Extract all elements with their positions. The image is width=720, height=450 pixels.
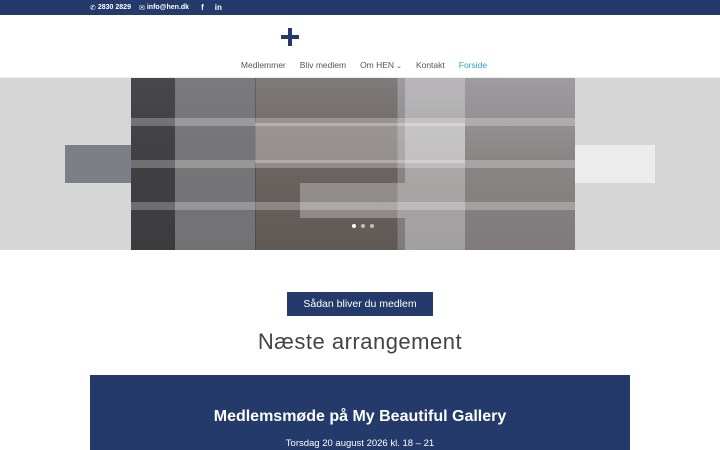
slider-dot[interactable] (370, 224, 374, 228)
envelope-icon: ✉ (138, 4, 145, 12)
main-navigation: Medlemmer Bliv medlem Om HEN ⌄ Kontakt Fo… (0, 60, 720, 70)
email-address: info@hen.dk (146, 4, 190, 11)
slider-dot[interactable] (352, 224, 356, 228)
facebook-icon[interactable]: f (201, 3, 204, 12)
nav-item-medlemmer[interactable]: Medlemmer (241, 60, 286, 70)
plus-logo[interactable] (281, 28, 299, 46)
slider-dots (352, 224, 374, 228)
slider-dot[interactable] (361, 224, 365, 228)
event-date: Torsdag 20 august 2026 kl. 18 – 21 (285, 438, 435, 449)
event-card[interactable]: Medlemsmøde på My Beautiful Gallery Tors… (90, 375, 630, 450)
phone-number: 2830 2829 (97, 4, 131, 11)
become-member-button[interactable]: Sådan bliver du medlem (287, 292, 433, 316)
chevron-down-icon: ⌄ (396, 63, 402, 70)
hero-slider[interactable] (0, 78, 720, 250)
nav-item-om-hen[interactable]: Om HEN ⌄ (360, 60, 402, 70)
phone-icon: ✆ (90, 4, 96, 12)
hero-overlay-shape (175, 78, 255, 250)
nav-item-forside[interactable]: Forside (459, 60, 487, 70)
section-title: Næste arrangement (257, 329, 463, 354)
hero-overlay-shape (405, 78, 465, 250)
nav-item-bliv-medlem[interactable]: Bliv medlem (300, 60, 346, 70)
top-contact-bar: ✆ 2830 2829 ✉ info@hen.dk f in (0, 0, 720, 15)
phone-contact[interactable]: ✆ 2830 2829 (90, 4, 131, 12)
hero-overlay-shape (300, 183, 405, 218)
event-title: Medlemsmøde på My Beautiful Gallery (213, 408, 507, 425)
linkedin-icon[interactable]: in (215, 3, 222, 12)
email-contact[interactable]: ✉ info@hen.dk (139, 4, 189, 12)
hero-band-right (575, 145, 655, 183)
nav-item-kontakt[interactable]: Kontakt (416, 60, 445, 70)
nav-item-label: Om HEN (360, 60, 395, 70)
site-header: Medlemmer Bliv medlem Om HEN ⌄ Kontakt Fo… (0, 15, 720, 78)
hero-band-left (65, 145, 135, 183)
